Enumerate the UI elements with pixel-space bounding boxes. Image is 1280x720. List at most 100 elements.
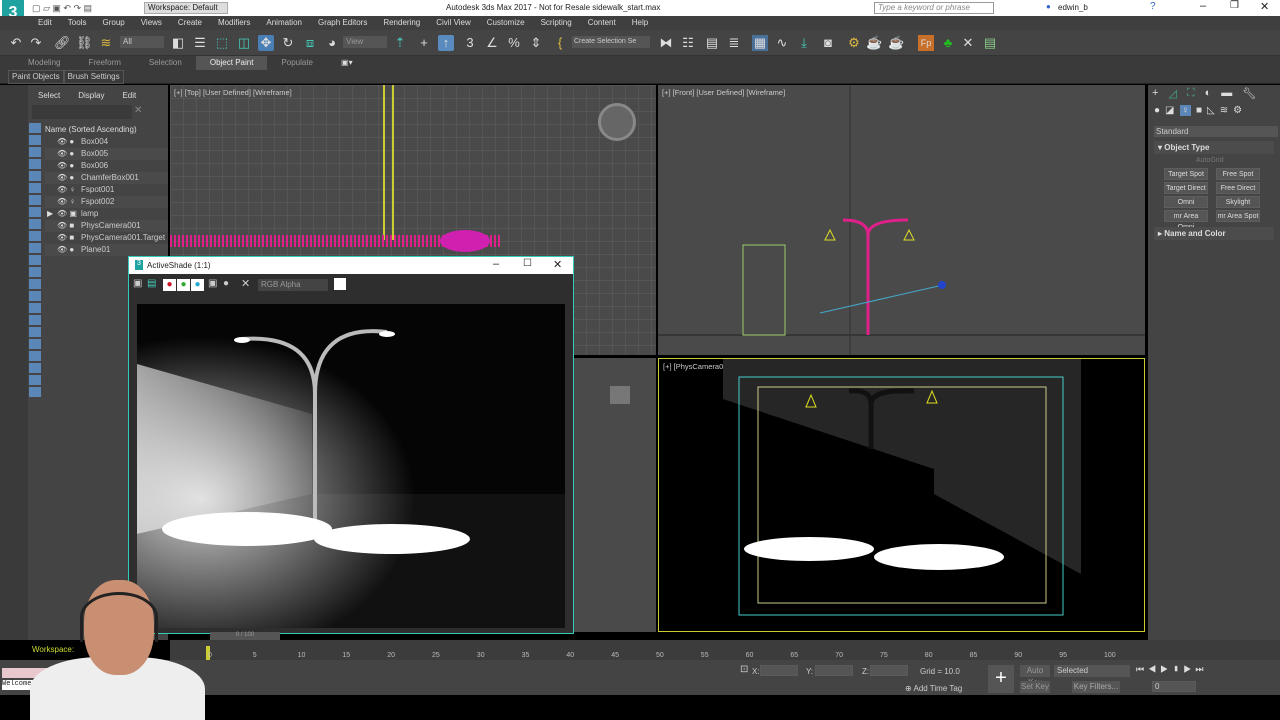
brush-settings-panel[interactable]: Brush Settings [63,70,124,84]
visibility-eye-icon[interactable]: 👁︎ ♀ [57,184,75,196]
list-item[interactable]: 👁︎ ● Box006 [45,160,168,172]
select-manipulate-icon[interactable]: + [416,35,432,51]
user-icon[interactable]: ● [1046,2,1051,11]
red-channel-toggle[interactable]: ● [163,279,176,291]
clear-icon[interactable]: ✕ [241,277,250,290]
menu-create[interactable]: Create [170,16,210,30]
tab-selection[interactable]: Selection [135,56,196,70]
named-selection-dropdown[interactable]: Create Selection Se [572,36,650,48]
geometry-icon[interactable]: ● [1154,105,1160,116]
clear-search-icon[interactable]: ✕ [134,105,142,116]
close-button[interactable]: ✕ [1260,0,1269,13]
object-type-rollout[interactable]: ▾ Object Type [1154,141,1274,154]
list-item[interactable]: 👁︎ ♀ Fspot002 [45,196,168,208]
free-spot-button[interactable]: Free Spot [1216,168,1260,180]
help-icon[interactable]: ? [1150,1,1156,12]
close-button[interactable]: ✕ [553,258,562,271]
monochrome-icon[interactable]: ● [223,278,229,289]
explorer-menu-select[interactable]: Select [38,91,60,100]
x-coordinate-field[interactable] [760,665,798,676]
scene-explorer-icon[interactable]: ▤ [704,35,720,51]
omni-button[interactable]: Omni [1164,196,1208,208]
list-item[interactable]: 👁︎ ● Box004 [45,136,168,148]
menu-animation[interactable]: Animation [258,16,310,30]
column-header-name[interactable]: Name (Sorted Ascending) [45,125,137,134]
visibility-eye-icon[interactable]: 👁︎ ♀ [57,196,75,208]
link-icon[interactable]: 🔗︎ [54,35,71,51]
list-item[interactable]: 👁︎ ■ PhysCamera001 [45,220,168,232]
clone-window-icon[interactable]: ▤ [147,278,156,289]
set-key-button[interactable]: Set Key [1020,681,1050,693]
unlink-icon[interactable]: ⛓︎ [76,35,93,51]
mirror-icon[interactable]: ⧓ [658,35,674,51]
curve-editor-icon[interactable]: ∿ [774,35,790,51]
percent-snap-icon[interactable]: % [506,35,522,51]
select-object-icon[interactable]: ◧ [170,35,186,51]
lights-icon[interactable]: ♀ [1179,105,1191,116]
pivot-icon[interactable]: ⇡ [392,35,408,51]
minimize-button[interactable]: – [1200,0,1206,12]
create-tab-icon[interactable]: + [1152,87,1158,100]
toggle-ribbon-icon[interactable]: ▦ [752,35,768,51]
key-mode-dropdown[interactable]: Selected [1054,665,1130,677]
explorer-search-input[interactable] [32,105,132,119]
auto-key-button[interactable]: Auto Key [1020,665,1050,687]
target-direct-button[interactable]: Target Direct [1164,182,1208,194]
restore-button[interactable]: ❐ [1230,0,1239,11]
tools-icon[interactable]: ✕ [960,35,976,51]
reference-coord-dropdown[interactable]: View [343,36,387,48]
tab-object-paint[interactable]: Object Paint [195,56,268,70]
menu-tools[interactable]: Tools [60,16,95,30]
quick-access-icons[interactable]: ▢ ▱ ▣ ↶ ↷ ▤ [32,3,132,13]
move-icon[interactable]: ✥ [258,35,274,51]
rotate-icon[interactable]: ↻ [280,35,296,51]
tab-populate[interactable]: Populate [267,56,327,70]
current-frame-field[interactable]: 0 [1152,681,1196,692]
menu-scripting[interactable]: Scripting [533,16,580,30]
add-time-tag[interactable]: ⊕ Add Time Tag [905,684,962,693]
time-slider[interactable]: 0 / 100 [210,632,280,640]
menu-content[interactable]: Content [580,16,624,30]
bind-spacewarp-icon[interactable]: ≋ [98,35,114,51]
rendered-frame-window-icon[interactable]: ☕ [866,35,882,51]
y-coordinate-field[interactable] [815,665,853,676]
menu-views[interactable]: Views [133,16,170,30]
tab-freeform[interactable]: Freeform [74,56,134,70]
cameras-icon[interactable]: ■ [1196,105,1202,116]
redo-icon[interactable]: ↷ [28,35,44,51]
mr-area-omni-button[interactable]: mr Area Omni [1164,210,1208,231]
target-spot-button[interactable]: Target Spot [1164,168,1208,180]
menu-group[interactable]: Group [94,16,132,30]
playback-controls[interactable]: ⏮◀▶▮▶⏭ [1136,664,1207,675]
visibility-eye-icon[interactable]: 👁︎ ● [57,160,74,172]
layer-explorer-icon[interactable]: ≣ [726,35,742,51]
list-item[interactable]: 👁︎ ● Box005 [45,148,168,160]
channel-dropdown[interactable]: RGB Alpha [258,279,328,291]
list-item[interactable]: 👁︎ ● Plane01 [45,244,168,256]
viewport-camera[interactable]: [+] [PhysCamera001] [User Defined] [Defa… [658,358,1145,632]
key-filters-button[interactable]: Key Filters... [1072,681,1120,693]
spinner-snap-icon[interactable]: ⇕ [528,35,544,51]
hierarchy-tab-icon[interactable]: ⛶ [1187,87,1195,100]
place-icon[interactable]: ◕ [324,35,340,51]
visibility-eye-icon[interactable]: 👁︎ ■ [57,232,74,244]
visibility-eye-icon[interactable]: 👁︎ ● [57,148,74,160]
material-editor-icon[interactable]: ◙ [820,35,836,51]
expand-arrow-icon[interactable]: ▶ [47,208,53,220]
menu-graph-editors[interactable]: Graph Editors [310,16,375,30]
populate-icon[interactable]: ♣ [940,35,956,51]
timeline[interactable]: 0 / 100 0 5 10 15 20 25 30 35 40 45 50 55 60 65 70 75 80… [170,632,1280,662]
visibility-eye-icon[interactable]: 👁︎ ■ [57,220,74,232]
spacewarps-icon[interactable]: ≋ [1220,105,1228,116]
window-crossing-icon[interactable]: ◫ [236,35,252,51]
viewport-label[interactable]: [+] [Top] [User Defined] [Wireframe] [174,88,292,97]
viewcube[interactable] [598,103,636,141]
angle-snap-icon[interactable]: ∠ [484,35,500,51]
user-name[interactable]: edwin_b [1058,3,1088,12]
menu-help[interactable]: Help [624,16,656,30]
list-item[interactable]: 👁︎ ■ PhysCamera001.Target [45,232,168,244]
name-and-color-rollout[interactable]: ▸ Name and Color [1154,227,1274,240]
maximize-button[interactable]: ☐ [523,258,532,269]
scale-icon[interactable]: ⧈ [302,35,318,51]
skylight-button[interactable]: Skylight [1216,196,1260,208]
